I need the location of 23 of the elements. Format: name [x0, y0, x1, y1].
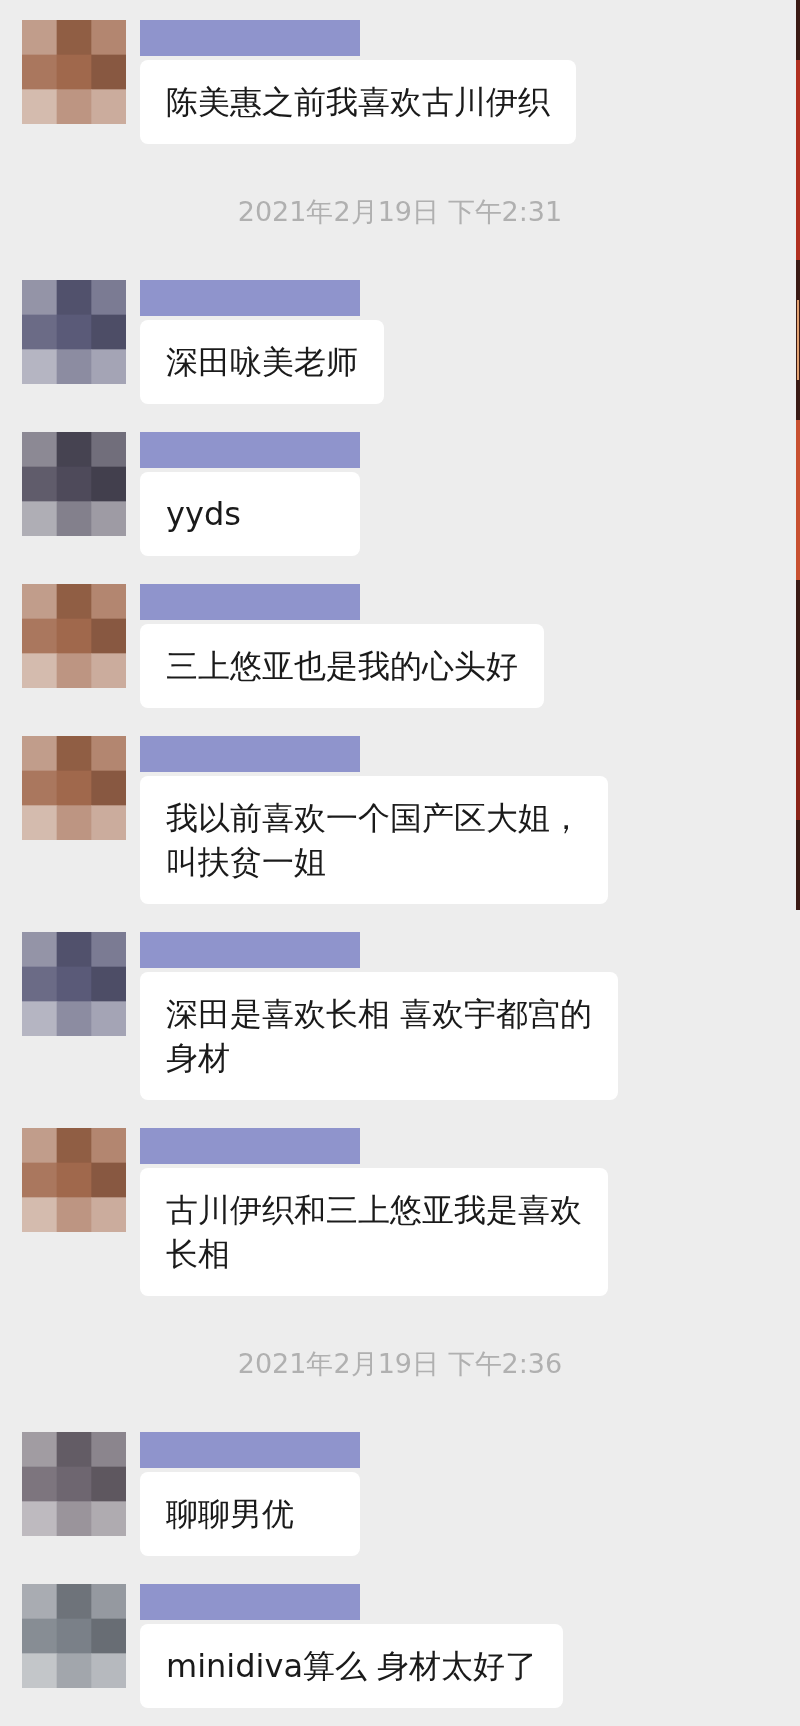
avatar[interactable]	[22, 1432, 126, 1536]
message-text: 身材	[166, 1038, 230, 1079]
avatar[interactable]	[22, 1584, 126, 1688]
avatar[interactable]	[22, 280, 126, 384]
avatar[interactable]	[22, 1128, 126, 1232]
timestamp: 2021年2月19日 下午2:36	[237, 1347, 563, 1381]
avatar[interactable]	[22, 584, 126, 688]
avatar[interactable]	[22, 20, 126, 124]
message-text: 长相	[166, 1234, 230, 1275]
timestamp: 2021年2月19日 下午2:31	[237, 195, 563, 229]
message-text: minidiva算么 身材太好了	[166, 1646, 538, 1687]
message-text: 深田是喜欢长相 喜欢宇都宫的	[166, 994, 593, 1035]
message-text: 叫扶贫一姐	[166, 842, 326, 883]
message-text: 我以前喜欢一个国产区大姐，	[166, 798, 582, 839]
message-text: 聊聊男优	[166, 1494, 294, 1535]
message-text: 深田咏美老师	[166, 342, 358, 383]
message-text: 三上悠亚也是我的心头好	[166, 646, 518, 687]
avatar[interactable]	[22, 432, 126, 536]
avatar[interactable]	[22, 932, 126, 1036]
avatar[interactable]	[22, 736, 126, 840]
message-text: 陈美惠之前我喜欢古川伊织	[166, 82, 550, 123]
message-text: 古川伊织和三上悠亚我是喜欢	[166, 1190, 582, 1231]
message-text: yyds	[166, 494, 241, 535]
